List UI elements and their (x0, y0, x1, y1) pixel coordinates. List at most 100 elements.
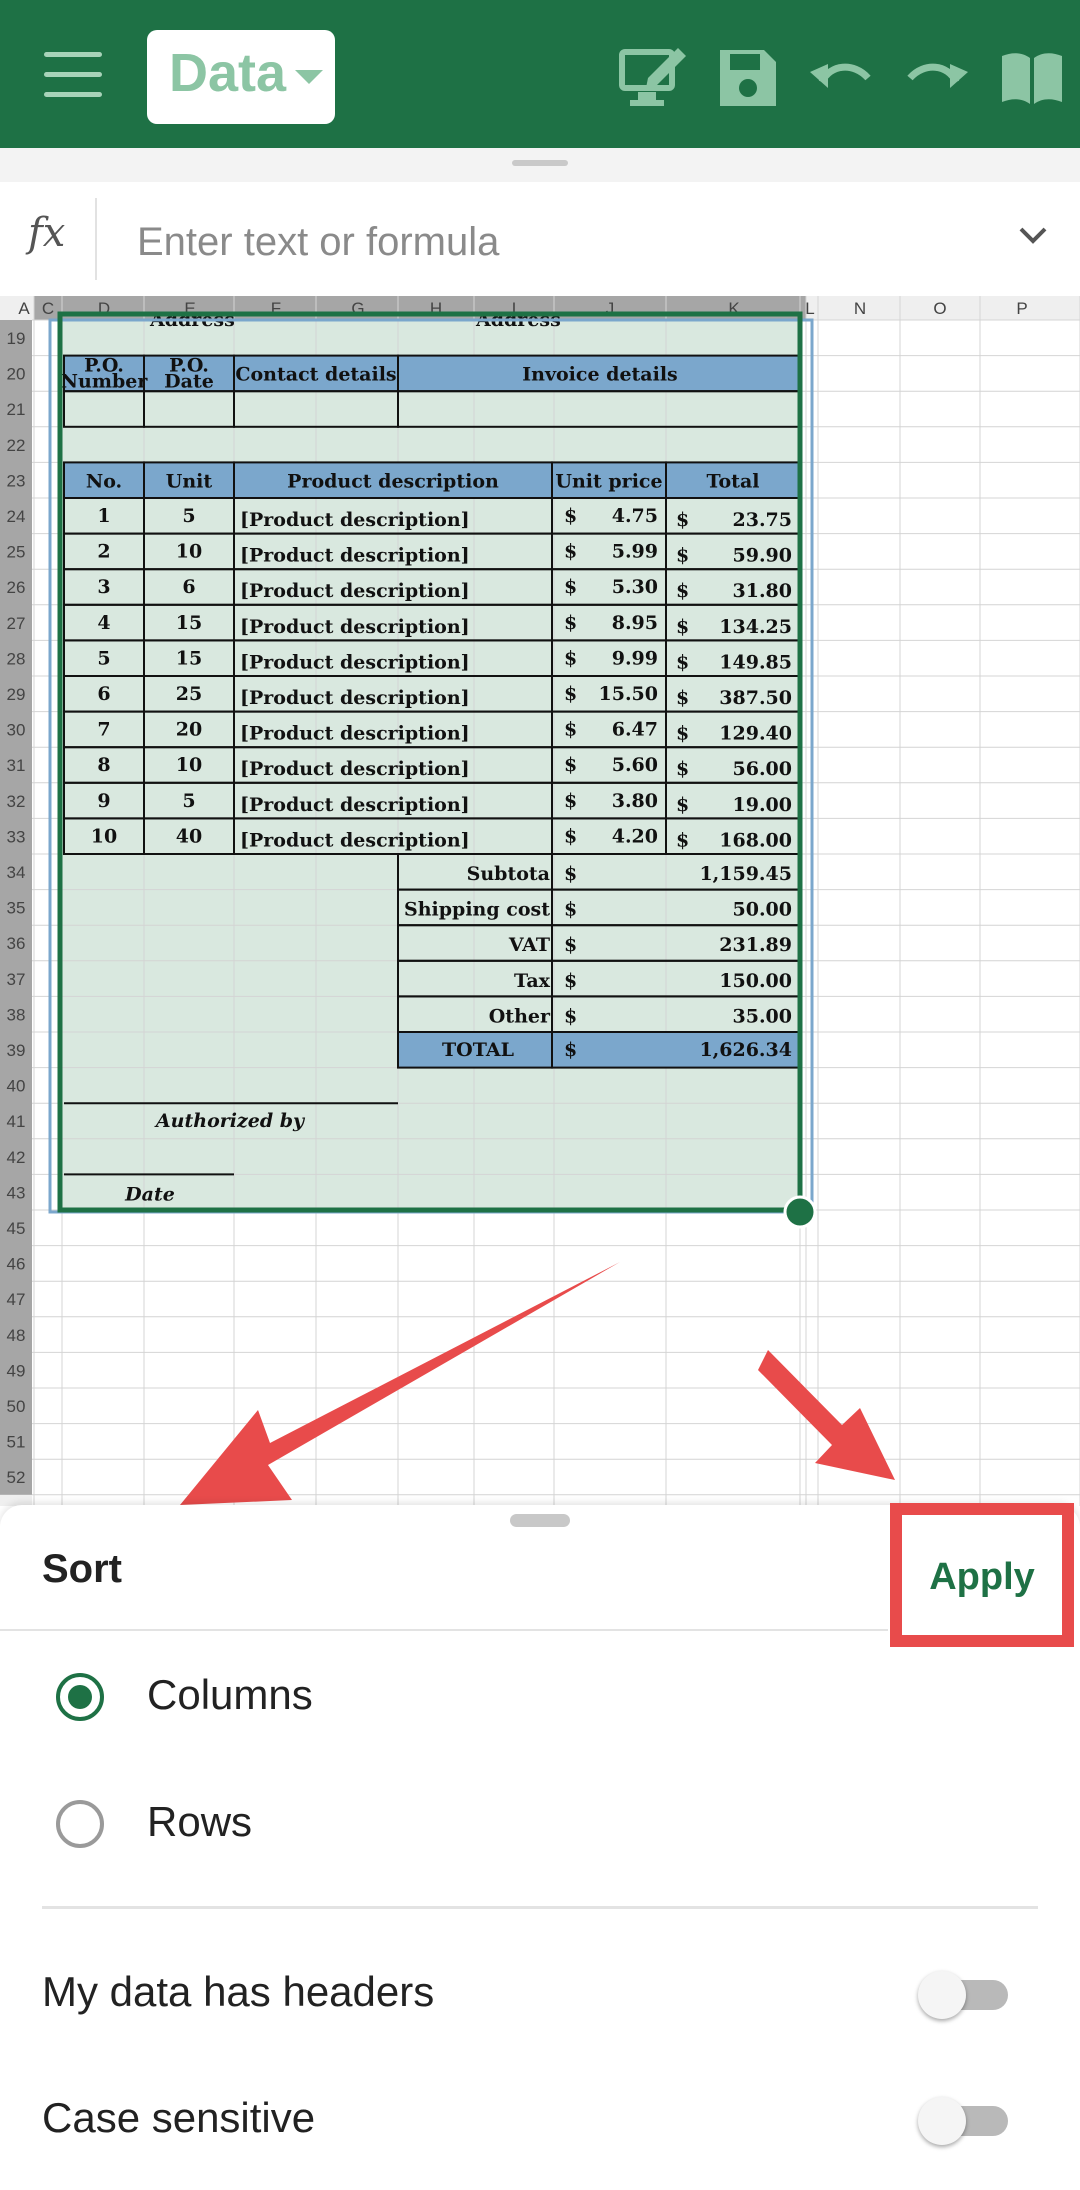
item-total: 19.00 (733, 794, 793, 816)
sort-option-rows[interactable]: Rows (0, 1772, 1080, 1882)
row-number: 45 (7, 1219, 26, 1238)
toggle-row-headers[interactable]: My data has headers (0, 1940, 1080, 2050)
item-header-label: Unit (166, 470, 213, 492)
authorized-by-label: Authorized by (154, 1110, 306, 1132)
row-number: 26 (7, 578, 26, 597)
row-number: 34 (7, 863, 26, 882)
divider (0, 1629, 888, 1631)
selection-handle (783, 1195, 817, 1229)
option-label: Rows (147, 1798, 253, 1845)
formula-divider (95, 198, 97, 280)
total-currency: $ (676, 794, 689, 816)
reading-view-icon[interactable] (996, 42, 1068, 114)
desktop-edit-icon[interactable] (618, 42, 690, 114)
item-header-label: Product description (287, 470, 499, 492)
row-number: 33 (7, 827, 26, 846)
summary-label: Subtota (467, 863, 550, 885)
row-number: 46 (7, 1255, 26, 1274)
formula-bar: fx Enter text or formula (0, 182, 1080, 297)
item-total: 56.00 (733, 758, 793, 780)
row-number: 23 (7, 471, 26, 490)
spreadsheet-grid[interactable]: A C D E F G H I J K L N O P 19 20 21 22 23 24 25 26 27 28 29 30 31… (0, 296, 1080, 1506)
item-total: 129.40 (719, 723, 792, 745)
po-header-label: Number (61, 371, 149, 393)
item-unit: 40 (176, 825, 202, 847)
spreadsheet-canvas[interactable]: A C D E F G H I J K L N O P19202122232425262728293031… (0, 296, 1080, 1506)
item-desc: [Product description] (240, 509, 470, 531)
option-label: Columns (147, 1671, 313, 1718)
toggle-knob (918, 2097, 966, 2145)
row-number: 49 (7, 1361, 26, 1380)
row-number: 20 (7, 365, 26, 384)
save-icon[interactable] (712, 42, 784, 114)
sort-option-columns[interactable]: Columns (0, 1645, 1080, 1755)
row-number: 42 (7, 1148, 26, 1167)
summary-label: Tax (514, 970, 551, 992)
row-number: 37 (7, 970, 26, 989)
item-desc: [Product description] (240, 687, 470, 709)
item-unit: 5 (182, 790, 195, 812)
item-desc: [Product description] (240, 758, 470, 780)
row-number: 47 (7, 1290, 26, 1309)
drag-handle-pill (512, 160, 568, 166)
total-currency: $ (676, 829, 689, 851)
redo-icon[interactable] (900, 42, 972, 114)
hamburger-icon[interactable] (44, 52, 102, 98)
item-header-label: Unit price (555, 470, 662, 492)
item-currency: $ (564, 541, 577, 563)
radio-unselected-icon[interactable] (56, 1800, 104, 1848)
column-header-label: N (854, 299, 866, 318)
summary-currency: $ (564, 1005, 577, 1027)
summary-label: VAT (508, 934, 550, 956)
item-currency: $ (564, 505, 577, 527)
item-price: 4.75 (612, 505, 658, 527)
item-price: 5.99 (612, 541, 658, 563)
item-no: 2 (97, 541, 110, 563)
radio-selected-icon[interactable] (56, 1673, 104, 1721)
item-price: 5.30 (612, 576, 658, 598)
apply-button[interactable]: Apply (902, 1515, 1062, 1635)
row-number: 52 (7, 1468, 26, 1487)
item-unit: 15 (176, 647, 202, 669)
row-number: 31 (7, 756, 26, 775)
item-currency: $ (564, 790, 577, 812)
summary-currency: $ (564, 970, 577, 992)
caret-down-icon (295, 70, 323, 84)
item-currency: $ (564, 647, 577, 669)
mode-dropdown-label: Data (169, 43, 287, 103)
total-label: TOTAL (442, 1039, 514, 1061)
total-currency: $ (676, 509, 689, 531)
summary-label: Shipping cost (404, 899, 550, 921)
row-number: 43 (7, 1183, 26, 1202)
item-unit: 10 (176, 754, 202, 776)
item-price: 6.47 (612, 719, 658, 741)
sheet-grab-handle[interactable] (510, 1514, 570, 1527)
row-number: 36 (7, 934, 26, 953)
app-toolbar: Data (0, 0, 1080, 148)
toggle-row-case-sensitive[interactable]: Case sensitive (0, 2066, 1080, 2176)
item-no: 4 (97, 612, 110, 634)
item-unit: 25 (176, 683, 202, 705)
row-number: 41 (7, 1112, 26, 1131)
total-currency: $ (564, 1039, 577, 1061)
toolbar-drag-handle[interactable] (0, 148, 1080, 182)
formula-input[interactable]: Enter text or formula (137, 220, 499, 265)
summary-value: 50.00 (733, 899, 793, 921)
headers-toggle[interactable] (918, 1971, 1008, 2019)
row-number: 38 (7, 1005, 26, 1024)
summary-value: 35.00 (733, 1005, 793, 1027)
row-number: 19 (7, 329, 26, 348)
total-currency: $ (676, 723, 689, 745)
item-desc: [Product description] (240, 545, 470, 567)
item-currency: $ (564, 719, 577, 741)
item-price: 8.95 (612, 612, 658, 634)
item-desc: [Product description] (240, 580, 470, 602)
case-sensitive-toggle[interactable] (918, 2097, 1008, 2145)
item-total: 168.00 (719, 829, 792, 851)
item-currency: $ (564, 576, 577, 598)
undo-icon[interactable] (806, 42, 878, 114)
mode-dropdown[interactable]: Data (147, 30, 335, 124)
item-unit: 20 (176, 719, 202, 741)
item-currency: $ (564, 683, 577, 705)
chevron-down-icon[interactable] (1016, 218, 1050, 252)
